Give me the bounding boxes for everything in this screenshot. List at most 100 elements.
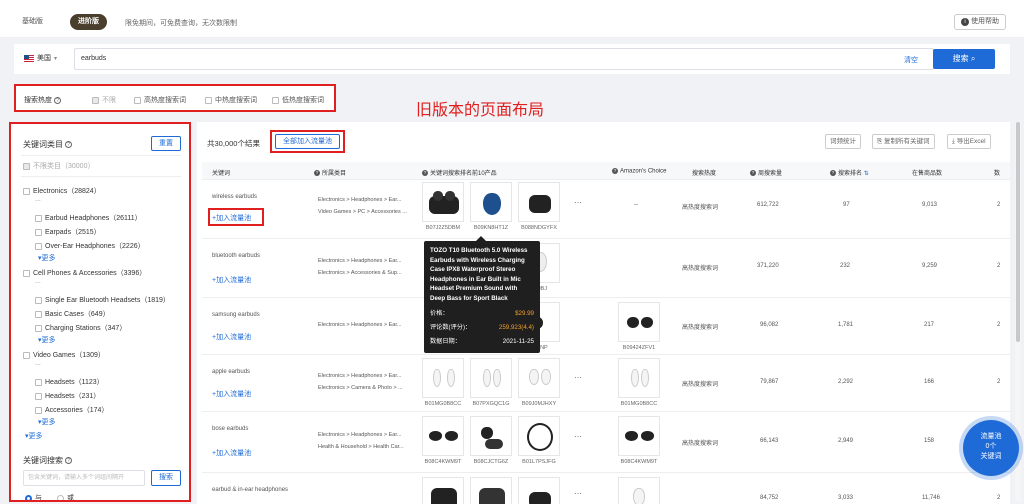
more-products-icon[interactable]: ··· (574, 198, 582, 207)
product-thumb[interactable] (422, 477, 464, 504)
heat-option-any[interactable]: 不限 (92, 95, 116, 105)
product-thumb[interactable]: B08C4KWM9T (422, 416, 464, 465)
product-thumb[interactable]: B088NDGYFX (518, 182, 560, 231)
sellers-cell: 11,746 (922, 495, 940, 501)
copy-keywords-button[interactable]: ⎘ 复制所有关键词 (872, 134, 935, 149)
checkbox-icon (35, 406, 42, 414)
add-to-pool-link[interactable]: +加入流量池 (212, 389, 251, 399)
category-label: 不限类目（30000） (33, 163, 95, 170)
asin-label: B088NDGYFX (521, 225, 557, 231)
subcategory-item[interactable]: Charging Stations（347） (35, 323, 126, 333)
subcategory-item[interactable]: Headsets（1123） (35, 377, 104, 387)
rank-cell: 1,781 (838, 322, 854, 328)
tool-label: 导出Excel (956, 138, 986, 145)
download-icon: ⤓ (952, 138, 955, 145)
advanced-version-tab[interactable]: 进阶版 (70, 14, 107, 30)
category-video-games[interactable]: Video Games（1309） (23, 350, 105, 360)
heat-option-mid[interactable]: 中热度搜索词 (205, 95, 257, 105)
keyword-filter-button[interactable]: 搜索 (151, 470, 181, 486)
search-button[interactable]: 搜索 ⌕ (933, 49, 995, 69)
question-icon: ? (422, 170, 428, 177)
add-all-button[interactable]: 全部加入流量池 (275, 134, 340, 149)
subcategory-item[interactable]: Earpads（2515） (35, 227, 101, 237)
tool-label: 复制所有关键词 (884, 138, 930, 145)
country-select[interactable]: 美国 ▾ (24, 53, 57, 63)
table-header: 关键词 ? 所属类目 ? 关键词搜索排名前10产品 ? Amazon's Choice… (202, 162, 1010, 180)
col-extra: 数 (994, 171, 1001, 177)
choice-product-thumb[interactable]: B01MG0B8CC (618, 358, 660, 407)
col-sellers[interactable]: 在售商品数 (912, 168, 942, 177)
volume-cell: 612,722 (757, 202, 779, 208)
category-cell-phones[interactable]: Cell Phones & Accessories（3396） (23, 268, 146, 278)
subcategory-item[interactable]: Single Ear Bluetooth Headsets（1819） (35, 295, 170, 305)
product-image (422, 477, 464, 504)
product-thumb[interactable]: B09J0MJHXY (518, 358, 560, 407)
keyword-cell: samsung earbuds (212, 312, 260, 318)
subcategory-label: Charging Stations（347） (45, 325, 127, 332)
product-thumb[interactable]: B01L7PSJFG (518, 416, 560, 465)
category-cell: Electronics > Camera & Photo > ... (318, 385, 403, 391)
subcategory-label: Earpads（2515） (45, 229, 101, 236)
col-rank[interactable]: ? 搜索排名 ⇅ (830, 168, 869, 177)
more-link[interactable]: ▾更多 (38, 417, 56, 427)
word-frequency-button[interactable]: 词频统计 (825, 134, 861, 149)
category-label: Electronics（28824） (33, 188, 101, 195)
add-to-pool-link[interactable]: +加入流量池 (212, 448, 251, 458)
search-input[interactable]: earbuds (74, 48, 934, 70)
checkbox-icon (23, 187, 30, 195)
subcategory-item[interactable]: Accessories（174） (35, 405, 108, 415)
sidebar-title-text: 关键词类目 (23, 140, 63, 149)
subcategory-item[interactable]: Earbud Headphones（26111） (35, 213, 142, 223)
more-products-icon[interactable]: ··· (574, 432, 582, 441)
basic-version-tab[interactable]: 基础版 (14, 14, 51, 30)
ellipsis: ... (35, 196, 41, 203)
scrollbar-thumb[interactable] (1016, 122, 1020, 342)
question-icon: ? (54, 96, 61, 104)
reset-button[interactable]: 重置 (151, 136, 181, 151)
choice-product-thumb[interactable]: B08C4KWM9T (618, 416, 660, 465)
heat-option-high[interactable]: 高热度搜索词 (134, 95, 186, 105)
help-button[interactable]: i 使用帮助 (954, 14, 1006, 30)
product-tooltip: TOZO T10 Bluetooth 5.0 Wireless Earbuds … (424, 236, 540, 353)
export-excel-button[interactable]: ⤓ 导出Excel (947, 134, 991, 149)
more-link[interactable]: ▾更多 (38, 335, 56, 345)
ellipsis: ... (35, 360, 41, 367)
add-to-pool-link[interactable]: +加入流量池 (212, 332, 251, 342)
product-thumb[interactable] (470, 477, 512, 504)
choice-product-thumb[interactable]: B09424ZFV1 (618, 302, 660, 351)
category-electronics[interactable]: Electronics（28824） (23, 186, 101, 196)
question-icon: ? (314, 170, 320, 177)
extra-cell: 2 (997, 322, 1001, 328)
traffic-pool-button[interactable]: 流量池 0个 关键词 (963, 420, 1019, 476)
product-thumb[interactable]: B07J2Z5DBM (422, 182, 464, 231)
add-to-pool-link[interactable]: +加入流量池 (212, 213, 251, 223)
extra-cell: 2 (997, 495, 1001, 501)
col-top10: ? 关键词搜索排名前10产品 (422, 168, 497, 177)
product-thumb[interactable]: B09KN8HT1Z (470, 182, 512, 231)
heat-option-low[interactable]: 低热度搜索词 (272, 95, 324, 105)
product-thumb[interactable]: B08CJCTG6Z (470, 416, 512, 465)
col-label: Amazon's Choice (620, 168, 667, 175)
product-thumb[interactable]: B07PXGQC1G (470, 358, 512, 407)
clear-link[interactable]: 清空 (904, 55, 918, 65)
keyword-filter-input[interactable]: 包含关键词，请输入多个词组间隔开 (23, 470, 145, 486)
radio-and[interactable]: 与 (25, 493, 42, 500)
more-categories-link[interactable]: ▾更多 (25, 431, 43, 441)
more-products-icon[interactable]: ··· (574, 373, 582, 382)
col-label: 所属类目 (322, 171, 347, 177)
subcategory-item[interactable]: Basic Cases（649） (35, 309, 110, 319)
radio-or[interactable]: 或 (57, 493, 74, 500)
keyword-cell: bluetooth earbuds (212, 253, 261, 259)
product-thumb[interactable] (518, 477, 560, 504)
asin-label: B07PXGQC1G (472, 401, 510, 407)
choice-product-thumb[interactable] (618, 477, 660, 504)
col-volume[interactable]: ? 周搜索量 (750, 168, 782, 177)
product-thumb[interactable]: B01MG0B8CC (422, 358, 464, 407)
add-to-pool-link[interactable]: +加入流量池 (212, 275, 251, 285)
more-products-icon[interactable]: ··· (574, 489, 582, 498)
category-all[interactable]: 不限类目（30000） (23, 161, 94, 171)
subcategory-item[interactable]: Over-Ear Headphones（2226） (35, 241, 145, 251)
more-link[interactable]: ▾更多 (38, 253, 56, 263)
subcategory-item[interactable]: Headsets（231） (35, 391, 100, 401)
help-label: 使用帮助 (971, 18, 999, 25)
